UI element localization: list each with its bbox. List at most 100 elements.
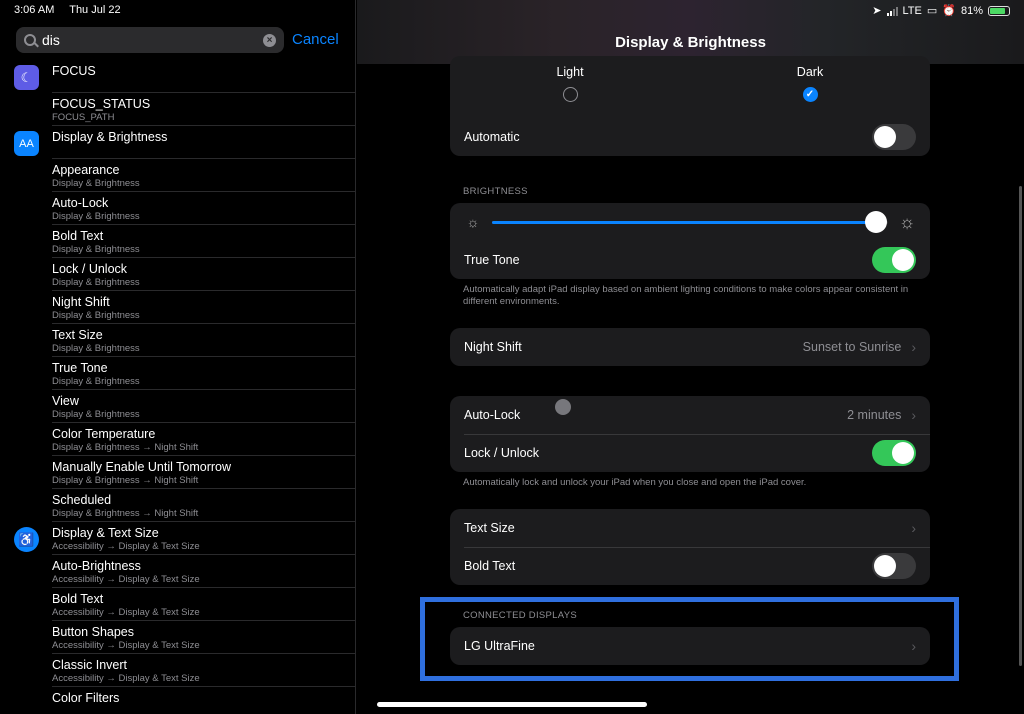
list-item[interactable]: Bold Text Accessibility → Display & Text … xyxy=(0,588,355,621)
list-item[interactable]: Color Temperature Display & Brightness → … xyxy=(0,423,355,456)
home-indicator[interactable] xyxy=(377,702,647,707)
list-item[interactable]: Scheduled Display & Brightness → Night Sh… xyxy=(0,489,355,522)
list-item-title: Bold Text xyxy=(52,592,104,606)
search-field[interactable]: × xyxy=(16,27,284,53)
lock-unlock-toggle[interactable] xyxy=(872,440,916,466)
status-time-date: 3:06 AM Thu Jul 22 xyxy=(14,4,133,16)
list-item[interactable]: Night Shift Display & Brightness xyxy=(0,291,355,324)
brightness-slider[interactable] xyxy=(492,210,888,233)
night-shift-card: Night Shift Sunset to Sunrise › xyxy=(450,328,930,366)
status-date: Thu Jul 22 xyxy=(69,4,121,16)
list-item[interactable]: Auto-Brightness Accessibility → Display &… xyxy=(0,555,355,588)
true-tone-label: True Tone xyxy=(464,253,520,267)
list-item-subtitle: Display & Brightness xyxy=(52,343,140,354)
list-item-subtitle: Display & Brightness xyxy=(52,244,140,255)
accessibility-icon: ♿ xyxy=(14,527,39,552)
brightness-slider-thumb[interactable] xyxy=(865,210,888,233)
night-shift-label: Night Shift xyxy=(464,340,522,354)
brightness-card: ☼ ☼ True Tone xyxy=(450,203,930,279)
search-sidebar: 3:06 AM Thu Jul 22 × Cancel ☾ FOCUS FOCUS_… xyxy=(0,0,356,714)
list-item[interactable]: Manually Enable Until Tomorrow Display & … xyxy=(0,456,355,489)
lock-unlock-row: Lock / Unlock xyxy=(450,434,930,472)
list-item[interactable]: ☾ FOCUS xyxy=(0,60,355,93)
list-item-subtitle: Display & Brightness xyxy=(52,376,140,387)
text-size-icon: AA xyxy=(14,131,39,156)
list-item-title: Button Shapes xyxy=(52,625,135,639)
list-item-title: Manually Enable Until Tomorrow xyxy=(52,460,232,474)
list-item[interactable]: Appearance Display & Brightness xyxy=(0,159,355,192)
list-item-title: Display & Text Size xyxy=(52,526,159,540)
brightness-slider-row: ☼ ☼ xyxy=(450,203,930,241)
status-indicators: ➤ LTE ▭ ⏰ 81% xyxy=(872,4,1010,17)
dark-radio-checkmark-icon[interactable]: ✓ xyxy=(802,87,818,102)
list-item-subtitle: Display & Brightness xyxy=(52,409,140,420)
list-item-subtitle: Accessibility → Display & Text Size xyxy=(52,607,200,618)
list-item-title: Scheduled xyxy=(52,493,112,507)
battery-percent: 81% xyxy=(960,4,983,17)
list-item-subtitle: Display & Brightness xyxy=(52,277,140,288)
night-shift-row[interactable]: Night Shift Sunset to Sunrise › xyxy=(450,328,930,366)
clear-search-icon[interactable]: × xyxy=(263,33,276,47)
battery-icon xyxy=(988,5,1010,16)
list-item-title: Color Temperature xyxy=(52,427,156,441)
list-item-title: Lock / Unlock xyxy=(52,262,128,276)
bold-text-toggle[interactable] xyxy=(872,553,916,579)
list-item[interactable]: Auto-Lock Display & Brightness xyxy=(0,192,355,225)
list-item[interactable]: ♿ Display & Text Size Accessibility → Disp… xyxy=(0,522,355,555)
bold-text-label: Bold Text xyxy=(464,559,516,573)
list-item[interactable]: AA Display & Brightness xyxy=(0,126,355,159)
page-title: Display & Brightness xyxy=(615,34,766,51)
appearance-card: Light Dark ✓ Automatic xyxy=(450,56,930,156)
auto-lock-row[interactable]: Auto-Lock 2 minutes › xyxy=(450,396,930,434)
list-item-title: True Tone xyxy=(52,361,108,375)
chevron-right-icon: › xyxy=(911,339,916,355)
automatic-label: Automatic xyxy=(464,130,520,144)
list-item[interactable]: Text Size Display & Brightness xyxy=(0,324,355,357)
list-item[interactable]: True Tone Display & Brightness xyxy=(0,357,355,390)
search-results-list: ☾ FOCUS FOCUS_STATUS FOCUS_PATH AA Display & … xyxy=(0,60,355,714)
lock-footnote: Automatically lock and unlock your iPad … xyxy=(463,477,807,488)
automatic-toggle[interactable] xyxy=(872,124,916,150)
list-item[interactable]: View Display & Brightness xyxy=(0,390,355,423)
search-icon xyxy=(24,34,36,46)
list-item[interactable]: Lock / Unlock Display & Brightness xyxy=(0,258,355,291)
list-item-title: Bold Text xyxy=(52,229,104,243)
automatic-row: Automatic xyxy=(450,118,930,156)
list-item-title: Display & Brightness xyxy=(52,130,168,144)
brightness-header: BRIGHTNESS xyxy=(463,186,528,197)
text-size-row[interactable]: Text Size › xyxy=(450,509,930,547)
list-item[interactable]: Color Filters xyxy=(0,687,355,714)
search-input[interactable] xyxy=(42,32,263,48)
list-item-subtitle: Accessibility → Display & Text Size xyxy=(52,574,200,585)
list-item-subtitle: Display & Brightness → Night Shift xyxy=(52,442,199,453)
list-item-title: Auto-Brightness xyxy=(52,559,141,573)
list-item[interactable]: Button Shapes Accessibility → Display & T… xyxy=(0,621,355,654)
chevron-right-icon: › xyxy=(911,520,916,536)
auto-lock-value: 2 minutes xyxy=(847,408,902,422)
list-item-title: FOCUS xyxy=(52,64,96,78)
alarm-icon: ⏰ xyxy=(942,5,956,17)
light-radio[interactable] xyxy=(562,87,578,102)
list-item-title: Classic Invert xyxy=(52,658,128,672)
cancel-button[interactable]: Cancel xyxy=(292,31,339,48)
text-card: Text Size › Bold Text xyxy=(450,509,930,585)
list-item[interactable]: Bold Text Display & Brightness xyxy=(0,225,355,258)
true-tone-row: True Tone xyxy=(450,241,930,279)
chevron-right-icon: › xyxy=(911,407,916,423)
text-size-label: Text Size xyxy=(464,521,515,535)
true-tone-toggle[interactable] xyxy=(872,247,916,273)
lock-unlock-label: Lock / Unlock xyxy=(464,446,540,460)
scrollbar[interactable] xyxy=(1019,186,1022,666)
list-item-subtitle: Display & Brightness → Night Shift xyxy=(52,508,199,519)
list-item[interactable]: Classic Invert Accessibility → Display & … xyxy=(0,654,355,687)
list-item-subtitle: Display & Brightness xyxy=(52,211,140,222)
list-item-subtitle: FOCUS_PATH xyxy=(52,112,115,123)
night-shift-value: Sunset to Sunrise xyxy=(802,340,902,354)
list-item[interactable]: FOCUS_STATUS FOCUS_PATH xyxy=(0,93,355,126)
network-type: LTE xyxy=(902,4,922,17)
moon-icon: ☾ xyxy=(14,65,39,90)
list-item-title: Night Shift xyxy=(52,295,110,309)
list-item-title: FOCUS_STATUS xyxy=(52,97,151,111)
highlight-box xyxy=(420,597,959,681)
list-item-title: Text Size xyxy=(52,328,103,342)
